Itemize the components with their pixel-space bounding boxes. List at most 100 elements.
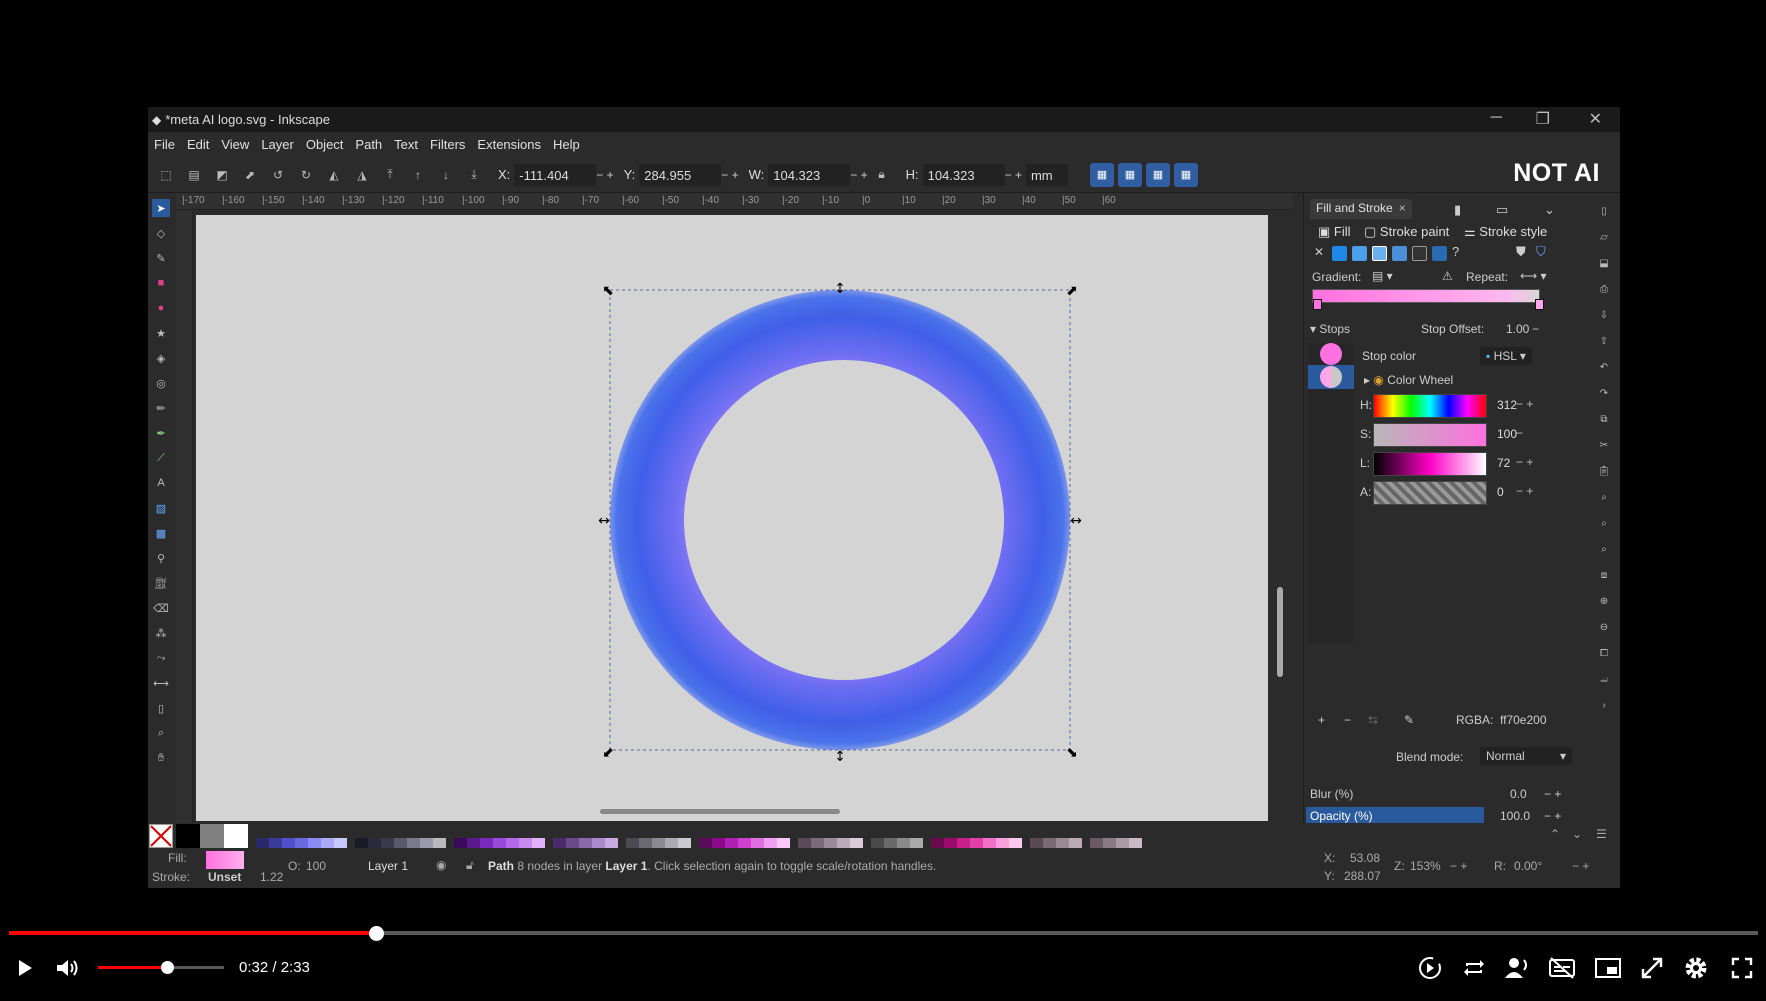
palette-swatch[interactable] bbox=[480, 838, 493, 848]
palette-swatch[interactable] bbox=[824, 838, 837, 848]
palette-swatch[interactable] bbox=[532, 838, 545, 848]
gradient-stop-handle-end[interactable] bbox=[1535, 299, 1544, 310]
node-tool-icon[interactable]: ◇ bbox=[152, 224, 170, 242]
blur-spin[interactable]: − + bbox=[1544, 787, 1561, 801]
gradient-edit-icon[interactable]: ⚠ bbox=[1442, 269, 1453, 283]
h-spin[interactable]: − + bbox=[1005, 168, 1022, 182]
alpha-spin[interactable]: − + bbox=[1516, 484, 1533, 498]
undo-icon[interactable]: ↶ bbox=[1596, 359, 1612, 375]
palette-swatch[interactable] bbox=[1009, 838, 1022, 848]
palette-swatch[interactable] bbox=[665, 838, 678, 848]
palette-swatch[interactable] bbox=[897, 838, 910, 848]
palette-swatch[interactable] bbox=[983, 838, 996, 848]
text-tool-icon[interactable]: A bbox=[152, 474, 170, 492]
palette-swatch[interactable] bbox=[420, 838, 433, 848]
pan-tool-icon[interactable]: ✋︎ bbox=[152, 749, 170, 767]
transform-gradients-icon[interactable]: ▦ bbox=[1145, 162, 1170, 187]
palette-swatch[interactable] bbox=[1030, 838, 1043, 848]
palette-swatch[interactable] bbox=[764, 838, 777, 848]
palette-swatch[interactable] bbox=[308, 838, 321, 848]
export-icon[interactable]: ⇧ bbox=[1596, 333, 1612, 349]
opacity-value-status[interactable]: 100 bbox=[306, 859, 326, 873]
palette-swatch[interactable] bbox=[970, 838, 983, 848]
palette-swatch[interactable] bbox=[295, 838, 308, 848]
palette-swatch[interactable] bbox=[1056, 838, 1069, 848]
current-layer[interactable]: Layer 1 bbox=[368, 859, 408, 873]
spray-tool-icon[interactable]: ⁂ bbox=[152, 624, 170, 642]
mesh-gradient-icon[interactable] bbox=[1392, 246, 1407, 261]
palette-swatch[interactable] bbox=[931, 838, 944, 848]
repeat-select[interactable]: ⟷ ▾ bbox=[1520, 269, 1547, 283]
w-input[interactable]: 104.323 bbox=[768, 163, 851, 186]
h-input[interactable]: 104.323 bbox=[922, 163, 1005, 186]
palette-swatch[interactable] bbox=[433, 838, 446, 848]
minimize-button[interactable]: ─ bbox=[1491, 109, 1502, 127]
open-icon[interactable]: ▱ bbox=[1596, 229, 1612, 245]
x-input[interactable]: -111.404 bbox=[514, 163, 597, 186]
mesh-tool-icon[interactable]: ▩ bbox=[152, 524, 170, 542]
lightness-spin[interactable]: − + bbox=[1516, 455, 1533, 469]
palette-menu-icon[interactable]: ☰ bbox=[1596, 827, 1607, 841]
palette-swatch[interactable] bbox=[1069, 838, 1082, 848]
lower-to-bottom-icon[interactable]: ⤓ bbox=[464, 165, 484, 185]
palette-swatch[interactable] bbox=[566, 838, 579, 848]
hue-spin[interactable]: − + bbox=[1516, 397, 1533, 411]
gradient-select[interactable]: ▤ ▾ bbox=[1372, 269, 1393, 283]
clone-icon[interactable]: ⊕ bbox=[1596, 593, 1612, 609]
palette-swatch[interactable] bbox=[910, 838, 923, 848]
palette-swatch[interactable] bbox=[493, 838, 506, 848]
palette-swatch[interactable] bbox=[1116, 838, 1129, 848]
eraser-tool-icon[interactable]: ⌫ bbox=[152, 599, 170, 617]
stroke-style-subtab[interactable]: ⚌ Stroke style bbox=[1464, 224, 1547, 240]
connector-tool-icon[interactable]: ⤳ bbox=[152, 649, 170, 667]
hue-value[interactable]: 312 bbox=[1497, 398, 1517, 412]
menu-extensions[interactable]: Extensions bbox=[477, 137, 541, 152]
menu-layer[interactable]: Layer bbox=[261, 137, 294, 152]
zoom-tool-icon[interactable]: ⌕ bbox=[152, 724, 170, 742]
pen-tool-icon[interactable]: ✒ bbox=[152, 424, 170, 442]
palette-swatch[interactable] bbox=[321, 838, 334, 848]
menu-file[interactable]: File bbox=[154, 137, 175, 152]
palette-swatch[interactable] bbox=[368, 838, 381, 848]
rgba-value[interactable]: ff70e200 bbox=[1500, 713, 1547, 727]
saturation-spin[interactable]: − bbox=[1516, 426, 1523, 440]
paste-icon[interactable]: 📋︎ bbox=[1596, 463, 1612, 479]
lightness-slider[interactable] bbox=[1373, 452, 1487, 476]
pencil-tool-icon[interactable]: ✏ bbox=[152, 399, 170, 417]
palette-swatch[interactable] bbox=[738, 838, 751, 848]
palette-swatch[interactable] bbox=[944, 838, 957, 848]
palette-swatch[interactable] bbox=[712, 838, 725, 848]
palette-swatch[interactable] bbox=[996, 838, 1009, 848]
select-all-icon[interactable]: ⬚ bbox=[156, 165, 176, 185]
menu-path[interactable]: Path bbox=[355, 137, 382, 152]
blur-value[interactable]: 0.0 bbox=[1510, 787, 1527, 801]
share-screen-button[interactable] bbox=[1502, 950, 1534, 986]
alpha-slider[interactable] bbox=[1373, 481, 1487, 505]
palette-swatch[interactable] bbox=[850, 838, 863, 848]
stroke-paint-subtab[interactable]: ▢ Stroke paint bbox=[1364, 224, 1449, 240]
transform-patterns-icon[interactable]: ▦ bbox=[1173, 162, 1198, 187]
zoom-spin[interactable]: − + bbox=[1450, 859, 1467, 873]
palette-swatch[interactable] bbox=[381, 838, 394, 848]
w-spin[interactable]: − + bbox=[850, 168, 867, 182]
palette-swatch[interactable] bbox=[1103, 838, 1116, 848]
palette-swatch[interactable] bbox=[678, 838, 691, 848]
flat-color-icon[interactable] bbox=[1332, 246, 1347, 261]
tab-close-icon[interactable]: × bbox=[1399, 201, 1406, 215]
palette-swatch[interactable] bbox=[725, 838, 738, 848]
flip-horizontal-icon[interactable]: ◭ bbox=[324, 165, 344, 185]
palette-swatch[interactable] bbox=[269, 838, 282, 848]
no-paint-swatch[interactable] bbox=[149, 824, 173, 848]
miniplayer-button[interactable] bbox=[1592, 950, 1624, 986]
palette-swatch[interactable] bbox=[957, 838, 970, 848]
rotation-spin[interactable]: − + bbox=[1572, 859, 1589, 873]
stop-2-swatch[interactable] bbox=[1320, 366, 1342, 388]
group-icon[interactable]: ⧠ bbox=[1596, 645, 1612, 661]
ring-drawing[interactable]: ⬉ ↕ ⬈ ↔ ↔ ⬋ ↕ ⬊ bbox=[196, 215, 1268, 821]
drawing-canvas[interactable]: ⬉ ↕ ⬈ ↔ ↔ ⬋ ↕ ⬊ bbox=[196, 215, 1268, 821]
unknown-paint-icon[interactable]: ? bbox=[1452, 244, 1459, 259]
palette-swatch[interactable] bbox=[751, 838, 764, 848]
menu-object[interactable]: Object bbox=[306, 137, 344, 152]
y-spin[interactable]: − + bbox=[721, 168, 738, 182]
rectangle-tool-icon[interactable]: ■ bbox=[152, 274, 170, 292]
